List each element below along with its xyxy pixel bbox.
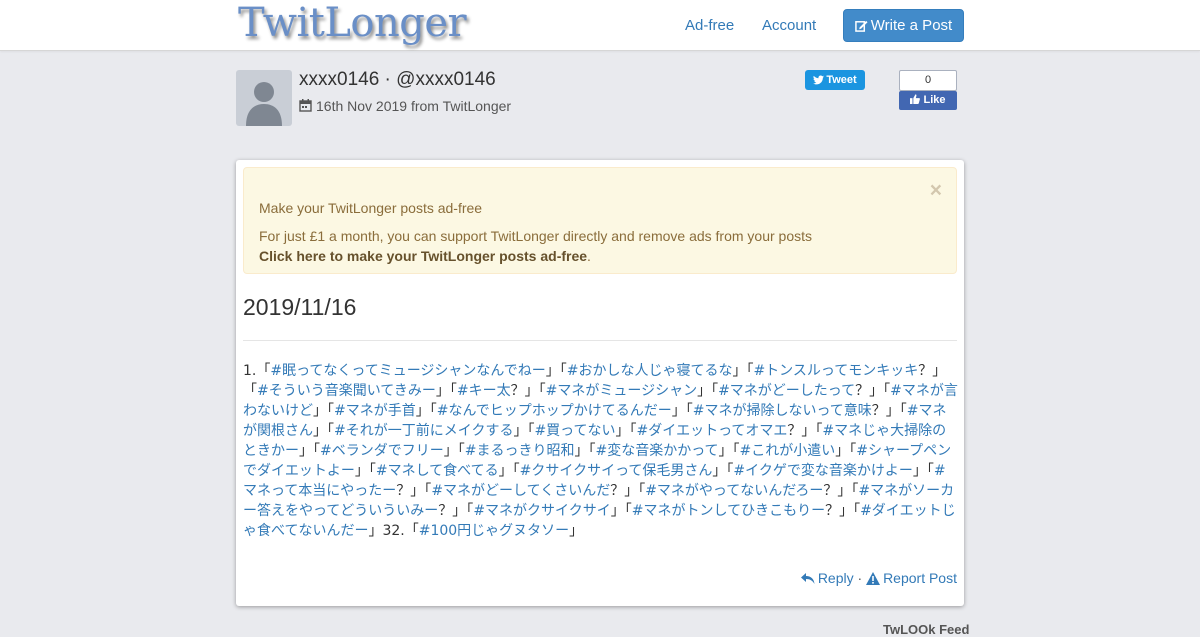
hashtag-link[interactable]: #マネがミュージシャン — [546, 383, 697, 399]
hashtag-link[interactable]: #マネがどーしたって — [718, 383, 855, 399]
hashtag-link[interactable]: #マネがトンしてひきこもりー — [632, 503, 825, 519]
hashtag-link[interactable]: #おかしな人じゃ寝てるな — [567, 363, 733, 379]
post-text-fragment: 」 — [569, 523, 584, 539]
post-text-fragment: 」「 — [671, 403, 693, 419]
post-date: 16th Nov 2019 from TwitLonger — [299, 98, 511, 114]
post-title: 2019/11/16 — [243, 294, 357, 320]
nav-account-link[interactable]: Account — [762, 17, 816, 34]
hashtag-link[interactable]: #それが一丁前にメイクする — [334, 423, 513, 439]
post-author[interactable]: xxxx0146 · @xxxx0146 — [299, 69, 496, 91]
post-text-fragment: ？」「 — [396, 483, 432, 499]
hashtag-link[interactable]: #マネがクサイクサイ — [473, 503, 610, 519]
nav-adfree-link[interactable]: Ad-free — [685, 17, 734, 34]
post-text-fragment: 」「 — [513, 423, 535, 439]
hashtag-link[interactable]: #クサイクサイって保毛男さん — [520, 463, 713, 479]
post-text-fragment: 」「 — [354, 463, 376, 479]
post-text-fragment: 」「 — [313, 423, 334, 439]
tweet-button[interactable]: Tweet — [805, 70, 865, 90]
post-text-fragment: ？」「 — [510, 383, 546, 399]
adfree-link[interactable]: Click here to make your TwitLonger posts… — [259, 248, 587, 264]
reply-label: Reply — [817, 570, 854, 586]
hashtag-link[interactable]: #マネして食べてる — [376, 463, 499, 479]
post-text-fragment: 」「 — [574, 443, 596, 459]
adfree-link-row: Click here to make your TwitLonger posts… — [259, 248, 591, 264]
post-text-fragment: 」「 — [912, 463, 934, 479]
divider — [243, 340, 957, 341]
post-body: 1.「#眠ってなくってミュージシャンなんでねー」「#おかしな人じゃ寝てるな」「#… — [243, 361, 959, 541]
avatar[interactable] — [236, 70, 292, 126]
hashtag-link[interactable]: #まるっきり昭和 — [465, 443, 575, 459]
adfree-alert: × Make your TwitLonger posts ad-free For… — [243, 167, 957, 274]
post-text-fragment: ？」「 — [871, 403, 907, 419]
hashtag-link[interactable]: #マネがやってないんだろー — [645, 483, 823, 499]
post-text-fragment: ？」「 — [787, 423, 823, 439]
hashtag-link[interactable]: #買ってない — [534, 423, 615, 439]
alert-title: Make your TwitLonger posts ad-free — [259, 200, 483, 216]
post-text-fragment: ？」「 — [823, 483, 859, 499]
facebook-like-widget[interactable]: 0 Like — [899, 70, 957, 110]
hashtag-link[interactable]: #眠ってなくってミュージシャンなんでねー — [270, 363, 545, 379]
post-text-fragment: 」「 — [435, 383, 457, 399]
write-post-label: Write a Post — [870, 17, 953, 34]
edit-icon — [854, 20, 868, 32]
warning-icon — [866, 572, 881, 585]
hashtag-link[interactable]: #マネが手首 — [334, 403, 416, 419]
alert-text: For just £1 a month, you can support Twi… — [259, 228, 813, 244]
post-text-fragment: 」「 — [615, 423, 637, 439]
twitter-bird-icon — [813, 75, 825, 85]
report-label: Report Post — [883, 570, 957, 586]
fb-like-label: Like — [923, 94, 946, 106]
post-text-fragment: 」「 — [498, 463, 520, 479]
post-text-fragment: 」「 — [313, 403, 334, 419]
post-text-fragment: 1.「 — [243, 363, 271, 379]
post-text-fragment: 」「 — [712, 463, 734, 479]
hashtag-link[interactable]: #これが小遣い — [740, 443, 836, 459]
reply-link[interactable]: Reply — [800, 570, 854, 586]
hashtag-link[interactable]: #キー太 — [457, 383, 511, 399]
hashtag-link[interactable]: #トンスルってモンキッキ — [753, 363, 918, 379]
post-card: × Make your TwitLonger posts ad-free For… — [236, 160, 964, 606]
hashtag-link[interactable]: #イクゲで変な音楽かけよー — [733, 463, 912, 479]
hashtag-link[interactable]: #ダイエットってオマエ — [636, 423, 787, 439]
post-text-fragment: 」「 — [697, 383, 719, 399]
post-text-fragment: 」「 — [299, 443, 320, 459]
hashtag-link[interactable]: #そういう音楽聞いてきみー — [257, 383, 436, 399]
post-text-fragment: ？」「 — [825, 503, 861, 519]
calendar-icon — [299, 99, 312, 112]
post-text-fragment: ？」「 — [438, 503, 474, 519]
action-separator: · — [857, 570, 863, 586]
fb-like-button[interactable]: Like — [899, 91, 957, 110]
alert-link-suffix: . — [587, 248, 591, 264]
post-actions: Reply · Report Post — [800, 570, 957, 586]
tweet-label: Tweet — [826, 74, 857, 86]
post-text-fragment: 」「 — [732, 363, 754, 379]
post-text-fragment: 」「 — [718, 443, 740, 459]
hashtag-link[interactable]: #なんでヒップホップかけてるんだー — [437, 403, 672, 419]
report-post-link[interactable]: Report Post — [866, 570, 957, 586]
reply-icon — [800, 573, 815, 584]
hashtag-link[interactable]: #変な音楽かかって — [595, 443, 718, 459]
write-post-button[interactable]: Write a Post — [843, 9, 964, 42]
hashtag-link[interactable]: #ベランダでフリー — [320, 443, 444, 459]
post-text-fragment: 」「 — [545, 363, 567, 379]
post-text-fragment: ？」「 — [610, 483, 646, 499]
post-text-fragment: 」「 — [835, 443, 857, 459]
top-navbar: TwitLonger Ad-free Account Write a Post — [0, 0, 1200, 51]
site-logo[interactable]: TwitLonger — [238, 0, 467, 46]
hashtag-link[interactable]: #100円じゃグヌタソー — [419, 523, 569, 539]
thumbs-up-icon — [910, 94, 921, 104]
post-text-fragment: 」32.「 — [368, 523, 419, 539]
post-text-fragment: 」「 — [443, 443, 465, 459]
post-text-fragment: ？」「 — [855, 383, 891, 399]
hashtag-link[interactable]: #マネが掃除しないって意味 — [693, 403, 872, 419]
post-text-fragment: 」「 — [415, 403, 437, 419]
default-user-icon — [246, 82, 282, 126]
fb-like-count: 0 — [899, 70, 957, 91]
post-text-fragment: 」「 — [610, 503, 632, 519]
hashtag-link[interactable]: #マネがどーしてくさいんだ — [431, 483, 610, 499]
post-date-text: 16th Nov 2019 from TwitLonger — [316, 98, 512, 114]
close-icon[interactable]: × — [930, 180, 942, 201]
